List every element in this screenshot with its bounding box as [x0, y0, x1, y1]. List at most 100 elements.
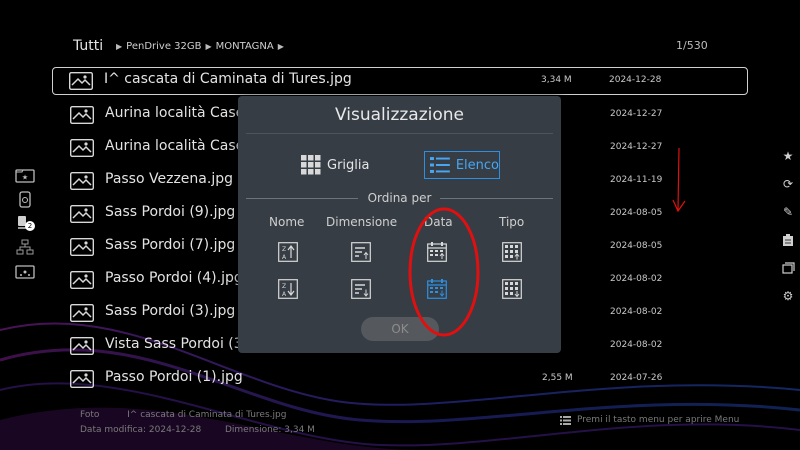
image-thumbnail-icon [70, 271, 94, 289]
item-counter: 1/530 [676, 39, 708, 52]
file-name: Passo Vezzena.jpg [105, 171, 233, 187]
breadcrumb-arrow-icon: ▶ [277, 42, 284, 51]
sort-section-header: Ordina per [238, 191, 561, 205]
svg-text:★: ★ [22, 173, 28, 181]
root-label[interactable]: Tutti [73, 38, 103, 54]
size-label: Dimensione: [224, 425, 282, 435]
list-icon [430, 157, 450, 173]
file-date: 2024-12-27 [610, 142, 663, 152]
sort-name-asc-icon: Z A [278, 242, 298, 262]
modified-value: 2024-12-28 [148, 425, 202, 435]
breadcrumb-item-drive[interactable]: PenDrive 32GB [126, 41, 201, 52]
list-view-button[interactable]: Elenco [424, 151, 500, 179]
network-tree-icon[interactable] [15, 239, 35, 255]
svg-text:A: A [282, 291, 287, 298]
image-thumbnail-icon [69, 72, 93, 90]
edit-icon[interactable]: ✎ [780, 204, 796, 220]
file-date: 2024-08-05 [610, 208, 663, 218]
refresh-icon[interactable]: ⟳ [780, 176, 796, 192]
file-name: Passo Pordoi (1).jpg [105, 369, 243, 385]
network-share-icon[interactable]: 2 [15, 215, 35, 231]
sort-size-asc-button[interactable] [350, 241, 372, 263]
breadcrumb-arrow-icon: ▶ [205, 42, 212, 51]
file-size: 2,55 M [542, 373, 573, 383]
file-date: 2024-07-26 [610, 373, 663, 383]
file-name: Sass Pordoi (3).jpg [105, 303, 236, 319]
file-date: 2024-12-28 [609, 75, 662, 85]
sort-type-desc-icon [502, 279, 522, 299]
view-dialog: Visualizzazione Griglia Elenco Ordina pe… [238, 96, 561, 353]
notification-badge: 2 [25, 221, 35, 231]
right-sidebar: ★ ⟳ ✎ ⚙ [780, 148, 798, 316]
list-view-label: Elenco [455, 157, 499, 173]
modified-label: Data modifica: [80, 425, 147, 435]
top-bar: Tutti ▶ PenDrive 32GB ▶ MONTAGNA ▶ 1/530 [0, 38, 800, 58]
annotation-ellipse [408, 207, 480, 337]
breadcrumb: ▶ PenDrive 32GB ▶ MONTAGNA ▶ [116, 41, 284, 52]
star-icon[interactable]: ★ [780, 148, 796, 164]
breadcrumb-arrow-icon: ▶ [116, 42, 123, 51]
size-value: 3,34 M [284, 425, 315, 435]
usb-drive-icon[interactable] [15, 190, 35, 208]
footer-file-name: I^ cascata di Caminata di Tures.jpg [127, 410, 287, 420]
image-thumbnail-icon [70, 205, 94, 223]
sort-type-desc-button[interactable] [501, 278, 523, 300]
image-thumbnail-icon [70, 238, 94, 256]
file-type-label: Foto [80, 410, 100, 420]
file-date: 2024-08-02 [610, 274, 663, 284]
file-name: I^ cascata di Caminata di Tures.jpg [104, 71, 352, 87]
grid-view-label: Griglia [327, 157, 370, 173]
image-thumbnail-icon [70, 172, 94, 190]
image-thumbnail-icon [70, 106, 94, 124]
menu-hint-text: Premi il tasto menu per aprire Menu [577, 415, 740, 425]
dialog-title: Visualizzazione [334, 105, 465, 125]
folder-network-icon[interactable] [15, 263, 35, 279]
left-sidebar: ★ 2 [15, 167, 37, 287]
file-row[interactable]: Passo Pordoi (1).jpg 2,55 M 2024-07-26 [52, 364, 748, 397]
sort-type-asc-icon [502, 242, 522, 262]
menu-hint: Premi il tasto menu per aprire Menu [560, 415, 739, 425]
sort-size-desc-icon [351, 279, 371, 299]
gallery-icon[interactable] [780, 260, 796, 276]
sort-type-asc-button[interactable] [501, 241, 523, 263]
sort-col-name: Nome [269, 215, 305, 229]
folder-star-icon[interactable]: ★ [15, 167, 35, 183]
sort-name-desc-button[interactable]: Z A [277, 278, 299, 300]
file-name: Vista Sass Pordoi (3).j [105, 336, 257, 352]
file-size: 3,34 M [541, 75, 572, 85]
file-date: 2024-08-02 [610, 307, 663, 317]
sort-size-asc-icon [351, 242, 371, 262]
file-name: Sass Pordoi (9).jpg [105, 204, 236, 220]
breadcrumb-item-folder[interactable]: MONTAGNA [216, 41, 274, 52]
sort-name-desc-icon: Z A [278, 279, 298, 299]
grid-icon [301, 155, 321, 175]
sort-name-asc-button[interactable]: Z A [277, 241, 299, 263]
sort-size-desc-button[interactable] [350, 278, 372, 300]
file-row[interactable]: I^ cascata di Caminata di Tures.jpg 3,34 … [52, 67, 748, 95]
file-date: 2024-12-27 [610, 109, 663, 119]
image-thumbnail-icon [70, 304, 94, 322]
footer-meta-line: Data modifica: 2024-12-28 Dimensione: 3,… [80, 425, 315, 435]
file-name: Sass Pordoi (7).jpg [105, 237, 236, 253]
svg-text:Z: Z [282, 283, 286, 290]
clipboard-icon[interactable] [780, 232, 796, 248]
file-date: 2024-11-19 [610, 175, 663, 185]
gear-icon[interactable]: ⚙ [780, 288, 796, 304]
sort-divider-right [440, 198, 553, 199]
file-name: Aurina località Caser [105, 105, 251, 121]
dialog-divider [246, 133, 553, 134]
menu-list-icon [560, 415, 571, 425]
file-name: Aurina località Caser [105, 138, 251, 154]
image-thumbnail-icon [70, 370, 94, 388]
svg-text:A: A [282, 254, 287, 261]
annotation-arrow [672, 147, 686, 213]
sort-col-size: Dimensione [326, 215, 398, 229]
sort-col-type: Tipo [499, 215, 525, 229]
svg-text:Z: Z [282, 246, 286, 253]
image-thumbnail-icon [70, 139, 94, 157]
footer-file-line: Foto I^ cascata di Caminata di Tures.jpg [80, 410, 286, 420]
file-date: 2024-08-05 [610, 241, 663, 251]
file-date: 2024-08-02 [610, 340, 663, 350]
grid-view-button[interactable]: Griglia [301, 151, 369, 179]
file-name: Passo Pordoi (4).jpg [105, 270, 243, 286]
